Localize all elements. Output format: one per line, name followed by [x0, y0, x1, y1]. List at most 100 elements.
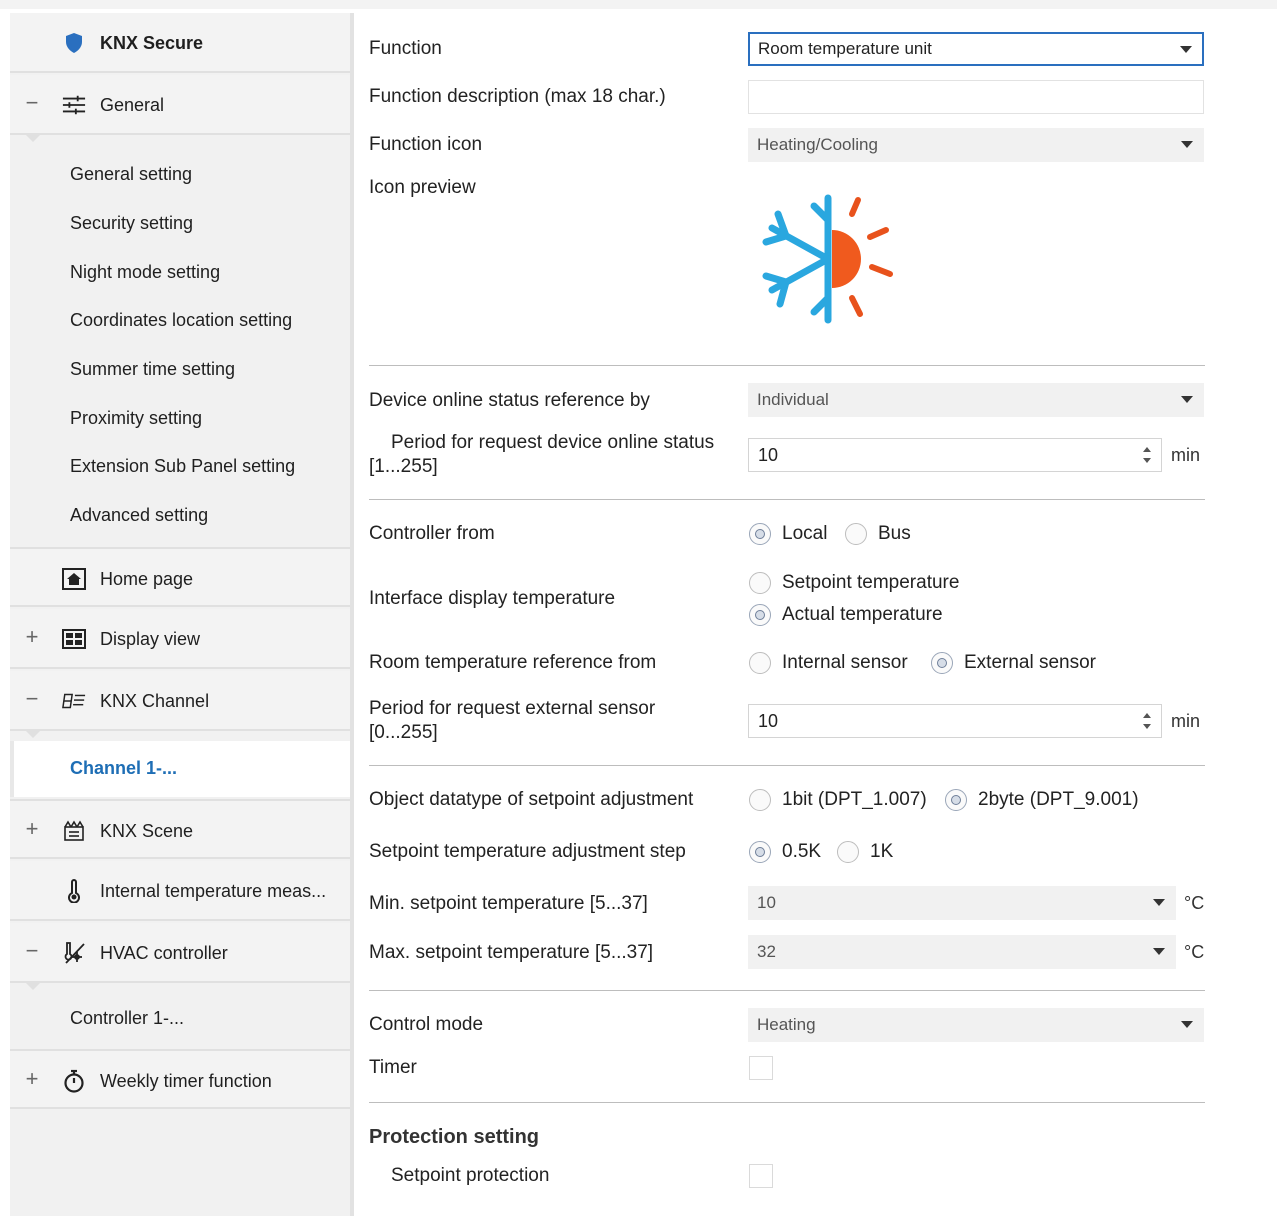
sidebar-item-advanced-setting[interactable]: Advanced setting [10, 492, 350, 540]
sidebar-item-controller-1[interactable]: Controller 1-... [10, 995, 350, 1043]
spin-down-icon[interactable] [1143, 724, 1151, 729]
spin-up-icon[interactable] [1143, 713, 1151, 718]
sidebar-item-hvac-controller[interactable]: − HVAC controller [10, 923, 350, 990]
sidebar-item-general-setting[interactable]: General setting [10, 151, 350, 199]
period-external-sensor-unit: min [1171, 711, 1201, 731]
sidebar-item-label: Extension Sub Panel setting [70, 456, 296, 476]
period-device-status-label: Period for request device online status [391, 432, 715, 453]
control-mode-select[interactable]: Heating [748, 1008, 1204, 1042]
radio-button[interactable] [749, 572, 771, 594]
radio-label: 0.5K [782, 841, 822, 862]
period-device-status-unit: min [1171, 445, 1201, 465]
collapse-toggle[interactable]: − [23, 687, 41, 711]
device-online-status-label: Device online status reference by [369, 390, 650, 411]
home-icon [62, 567, 86, 591]
setpoint-temperature-radio[interactable]: Setpoint temperature [749, 572, 959, 594]
expand-toggle[interactable]: + [23, 1067, 41, 1091]
datatype-1bit-radio[interactable]: 1bit (DPT_1.007) [749, 789, 927, 811]
step-0-5k-radio[interactable]: 0.5K [749, 841, 821, 863]
sidebar-item-extension-sub-panel-setting[interactable]: Extension Sub Panel setting [10, 443, 350, 491]
datatype-2byte-radio[interactable]: 2byte (DPT_9.001) [945, 789, 1139, 811]
radio-label: External sensor [964, 652, 1097, 673]
sidebar-item-label: Home page [100, 569, 194, 589]
sidebar-item-label: General [100, 95, 165, 115]
radio-button[interactable] [931, 652, 953, 674]
max-setpoint-value: 32 [757, 942, 776, 961]
radio-button[interactable] [749, 604, 771, 626]
divider [369, 990, 1205, 991]
sidebar-item-label: Coordinates location setting [70, 310, 293, 330]
controller-from-bus-radio[interactable]: Bus [845, 523, 911, 545]
sidebar-item-knx-channel[interactable]: − KNX Channel [10, 671, 350, 738]
setpoint-protection-checkbox[interactable] [749, 1164, 773, 1188]
sidebar-item-general[interactable]: − General [10, 75, 350, 142]
sidebar-item-label: Display view [100, 629, 201, 649]
radio-button[interactable] [749, 652, 771, 674]
radio-button[interactable] [945, 789, 967, 811]
step-1k-radio[interactable]: 1K [837, 841, 893, 863]
sidebar-item-label: General setting [70, 164, 193, 184]
internal-sensor-radio[interactable]: Internal sensor [749, 652, 908, 674]
hvac-icon [62, 941, 86, 965]
radio-button[interactable] [749, 841, 771, 863]
actual-temperature-radio[interactable]: Actual temperature [749, 604, 943, 626]
expand-notch [24, 729, 42, 738]
sidebar-item-proximity-setting[interactable]: Proximity setting [10, 395, 350, 443]
period-external-sensor-stepper[interactable]: 10 [748, 704, 1162, 738]
radio-label: 1K [870, 841, 894, 862]
radio-label: 1bit (DPT_1.007) [782, 789, 927, 810]
spin-down-icon[interactable] [1143, 458, 1151, 463]
sidebar-item-knx-scene[interactable]: + KNX Scene [10, 799, 350, 859]
sidebar-item-knx-secure[interactable]: KNX Secure [10, 13, 350, 73]
chevron-down-icon [1180, 46, 1192, 53]
protection-setting-heading: Protection setting [369, 1126, 540, 1148]
divider [369, 365, 1205, 366]
sidebar-item-summer-time-setting[interactable]: Summer time setting [10, 346, 350, 394]
setpoint-protection-label: Setpoint protection [391, 1165, 550, 1186]
collapse-toggle[interactable]: − [23, 939, 41, 963]
timer-checkbox[interactable] [749, 1056, 773, 1080]
radio-button[interactable] [749, 789, 771, 811]
period-device-status-range: [1...255] [369, 456, 438, 477]
period-device-status-stepper[interactable]: 10 [748, 438, 1162, 472]
device-online-status-value: Individual [757, 390, 829, 409]
expand-toggle[interactable]: + [23, 625, 41, 649]
radio-button[interactable] [749, 523, 771, 545]
sidebar-item-coordinates-location-setting[interactable]: Coordinates location setting [10, 297, 350, 345]
divider [369, 499, 1205, 500]
sidebar-item-label: Weekly timer function [100, 1071, 272, 1091]
period-external-sensor-label: Period for request external sensor [369, 698, 656, 719]
divider [369, 765, 1205, 766]
min-setpoint-label: Min. setpoint temperature [5...37] [369, 893, 648, 914]
min-setpoint-select[interactable]: 10 [748, 886, 1176, 920]
device-online-status-select[interactable]: Individual [748, 383, 1204, 417]
function-icon-select[interactable]: Heating/Cooling [748, 128, 1204, 162]
radio-button[interactable] [845, 523, 867, 545]
controller-from-local-radio[interactable]: Local [749, 523, 827, 545]
sidebar-item-label: Internal temperature meas... [100, 881, 327, 901]
max-setpoint-label: Max. setpoint temperature [5...37] [369, 942, 654, 963]
max-setpoint-select[interactable]: 32 [748, 935, 1176, 969]
radio-label: Local [782, 523, 828, 544]
sidebar-item-night-mode-setting[interactable]: Night mode setting [10, 249, 350, 297]
sidebar-item-weekly-timer-function[interactable]: + Weekly timer function [10, 1049, 350, 1109]
collapse-toggle[interactable]: − [23, 91, 41, 115]
sidebar-item-display-view[interactable]: + Display view [10, 609, 350, 669]
radio-label: Internal sensor [782, 652, 908, 673]
sidebar-item-label: Summer time setting [70, 359, 236, 379]
timer-label: Timer [369, 1057, 417, 1078]
function-select[interactable]: Room temperature unit [748, 32, 1204, 66]
external-sensor-radio[interactable]: External sensor [931, 652, 1096, 674]
spin-up-icon[interactable] [1143, 447, 1151, 452]
chevron-down-icon [1153, 948, 1165, 955]
sidebar-item-home-page[interactable]: Home page [10, 547, 350, 607]
top-border [0, 0, 1277, 9]
icon-preview-label: Icon preview [369, 177, 476, 198]
radio-button[interactable] [837, 841, 859, 863]
sidebar-item-channel-1[interactable]: Channel 1-... [10, 741, 354, 797]
sidebar-item-security-setting[interactable]: Security setting [10, 200, 350, 248]
sidebar-divider [350, 13, 354, 1216]
expand-toggle[interactable]: + [23, 817, 41, 841]
sidebar-item-internal-temperature-measurement[interactable]: Internal temperature meas... [10, 861, 350, 921]
function-description-input[interactable] [748, 80, 1204, 114]
